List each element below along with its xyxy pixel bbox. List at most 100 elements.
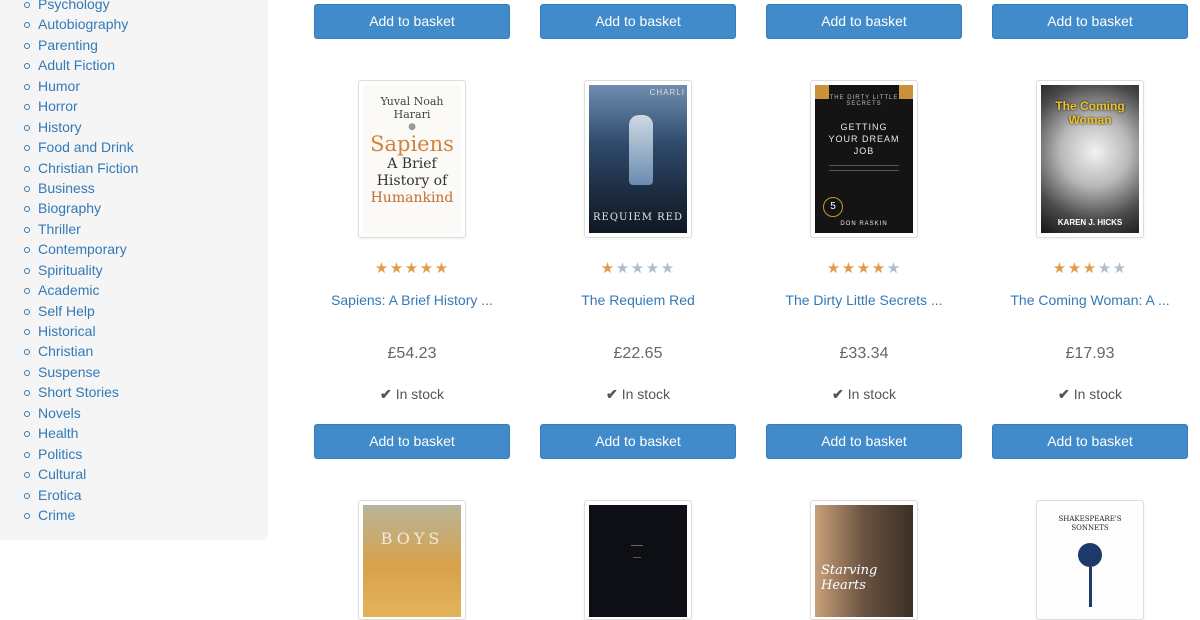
category-link[interactable]: Parenting xyxy=(24,35,138,55)
add-to-basket-button[interactable]: Add to basket xyxy=(992,424,1188,459)
book-cover-link[interactable]: BOYS xyxy=(358,500,466,620)
star-icon: ★ xyxy=(886,260,902,277)
category-link[interactable]: Autobiography xyxy=(24,14,138,34)
book-cover-link[interactable]: THE DIRTY LITTLE SECRETS GETTING YOUR DR… xyxy=(810,80,918,238)
category-link[interactable]: Christian Fiction xyxy=(24,158,138,178)
availability-label: In stock xyxy=(847,386,896,402)
category-link[interactable]: Cultural xyxy=(24,464,138,484)
star-icon: ★ xyxy=(660,260,676,277)
star-icon: ★ xyxy=(404,260,420,277)
cover-author: DON RASKIN xyxy=(840,221,888,227)
add-to-basket-button[interactable]: Add to basket xyxy=(540,424,736,459)
cover-heading: GETTING YOUR DREAM JOB xyxy=(828,122,900,156)
add-to-basket-button[interactable]: Add to basket xyxy=(314,424,510,459)
star-icon: ★ xyxy=(826,260,842,277)
star-icon: ★ xyxy=(389,260,405,277)
cover-heading: BOYS xyxy=(380,529,444,548)
category-link[interactable]: Self Help xyxy=(24,301,138,321)
star-rating: ★★★★★ xyxy=(992,260,1188,278)
category-link[interactable]: Spirituality xyxy=(24,260,138,280)
cover-line: Humankind xyxy=(370,190,454,206)
book-cover-link[interactable]: Yuval Noah Harari ● Sapiens A Brief Hist… xyxy=(358,80,466,238)
category-link[interactable]: Health xyxy=(24,423,138,443)
book-title-link[interactable]: The Coming Woman: A ... xyxy=(992,290,1188,310)
price: £33.34 xyxy=(839,345,889,362)
category-link[interactable]: Politics xyxy=(24,444,138,464)
star-icon: ★ xyxy=(630,260,646,277)
category-link[interactable]: Academic xyxy=(24,280,138,300)
add-to-basket-button[interactable]: Add to basket xyxy=(314,4,510,39)
category-link[interactable]: Humor xyxy=(24,76,138,96)
book-cover-image: The Coming Woman KAREN J. HICKS xyxy=(1041,85,1139,233)
star-icon: ★ xyxy=(1052,260,1068,277)
cover-top-text: SHAKESPEARE'S xyxy=(1058,515,1122,523)
category-link[interactable]: Novels xyxy=(24,403,138,423)
book-title-link[interactable]: Sapiens: A Brief History ... xyxy=(314,290,510,310)
star-icon: ★ xyxy=(434,260,450,277)
star-icon: ★ xyxy=(374,260,390,277)
cover-heading: The Coming Woman xyxy=(1055,99,1125,127)
category-list: Psychology Autobiography Parenting Adult Fi… xyxy=(24,0,138,525)
book-cover-link[interactable]: The Coming Woman KAREN J. HICKS xyxy=(1036,80,1144,238)
category-link[interactable]: Horror xyxy=(24,96,138,116)
star-rating: ★★★★★ xyxy=(540,260,736,278)
availability: ✔ In stock xyxy=(766,384,962,404)
category-link[interactable]: History xyxy=(24,117,138,137)
price: £22.65 xyxy=(613,345,663,362)
category-link[interactable]: Food and Drink xyxy=(24,137,138,157)
add-to-basket-button[interactable]: Add to basket xyxy=(766,4,962,39)
category-link[interactable]: Short Stories xyxy=(24,382,138,402)
book-cover-link[interactable]: CHARLI REQUIEM RED xyxy=(584,80,692,238)
star-icon: ★ xyxy=(841,260,857,277)
category-link[interactable]: Biography xyxy=(24,198,138,218)
price: £17.93 xyxy=(1065,345,1115,362)
category-link[interactable]: Thriller xyxy=(24,219,138,239)
star-icon: ★ xyxy=(1082,260,1098,277)
cover-heading: REQUIEM RED xyxy=(593,212,683,223)
availability: ✔ In stock xyxy=(314,384,510,404)
category-link[interactable]: Business xyxy=(24,178,138,198)
cover-author: KAREN J. HICKS xyxy=(1057,218,1123,227)
check-icon: ✔ xyxy=(606,386,618,402)
star-icon: ★ xyxy=(1097,260,1113,277)
add-to-basket-button[interactable]: Add to basket xyxy=(540,4,736,39)
book-title-link[interactable]: The Requiem Red xyxy=(540,290,736,310)
check-icon: ✔ xyxy=(380,386,392,402)
book-cover-image xyxy=(589,505,687,617)
cover-heading: Sapiens xyxy=(370,132,454,156)
category-link[interactable]: Historical xyxy=(24,321,138,341)
availability: ✔ In stock xyxy=(992,384,1188,404)
star-rating: ★★★★★ xyxy=(314,260,510,278)
book-title-link[interactable]: The Dirty Little Secrets ... xyxy=(766,290,962,310)
cover-heading: SONNETS xyxy=(1071,524,1109,532)
star-icon: ★ xyxy=(419,260,435,277)
star-icon: ★ xyxy=(1067,260,1083,277)
book-cover-image: THE DIRTY LITTLE SECRETS GETTING YOUR DR… xyxy=(815,85,913,233)
category-link[interactable]: Adult Fiction xyxy=(24,55,138,75)
book-cover-link[interactable] xyxy=(584,500,692,620)
category-link[interactable]: Psychology xyxy=(24,0,138,14)
category-link[interactable]: Suspense xyxy=(24,362,138,382)
book-cover-image: BOYS xyxy=(363,505,461,617)
check-icon: ✔ xyxy=(832,386,844,402)
category-sidebar: Psychology Autobiography Parenting Adult Fi… xyxy=(0,0,268,540)
book-cover-image: CHARLI REQUIEM RED xyxy=(589,85,687,233)
book-cover-link[interactable]: SHAKESPEARE'S SONNETS xyxy=(1036,500,1144,620)
category-link[interactable]: Crime xyxy=(24,505,138,525)
book-cover-image: Yuval Noah Harari ● Sapiens A Brief Hist… xyxy=(363,85,461,233)
category-link[interactable]: Christian xyxy=(24,341,138,361)
cover-author: CHARLI xyxy=(649,88,685,97)
availability: ✔ In stock xyxy=(540,384,736,404)
book-cover-image: SHAKESPEARE'S SONNETS xyxy=(1041,505,1139,617)
add-to-basket-button[interactable]: Add to basket xyxy=(766,424,962,459)
star-icon: ★ xyxy=(1112,260,1128,277)
category-link[interactable]: Contemporary xyxy=(24,239,138,259)
add-to-basket-button[interactable]: Add to basket xyxy=(992,4,1188,39)
cover-line: A Brief xyxy=(387,156,437,172)
cover-line: History of xyxy=(376,173,448,189)
book-cover-link[interactable]: Starving Hearts xyxy=(810,500,918,620)
availability-label: In stock xyxy=(395,386,444,402)
availability-label: In stock xyxy=(1073,386,1122,402)
category-link[interactable]: Erotica xyxy=(24,485,138,505)
cover-author: Yuval Noah Harari xyxy=(380,95,444,121)
